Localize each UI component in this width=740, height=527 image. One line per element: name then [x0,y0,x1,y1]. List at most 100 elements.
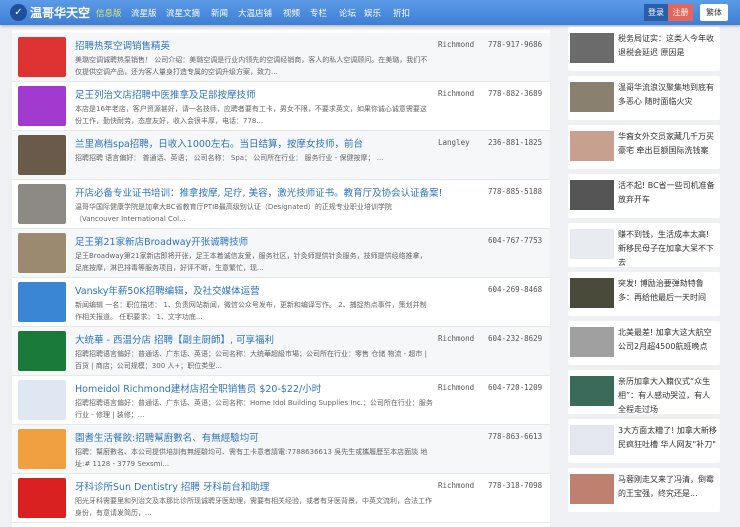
listing-description: 招聘：幫廚數名、本公司提供培訓有無經驗均可、需有工卡意者請電:778863661… [75,448,428,468]
news-item[interactable]: 税务局证实：这类人今年收退税会延迟 原因是 [568,27,720,71]
listing-title[interactable]: Vansky年薪50K招聘编辑，及社交媒体运营 [75,283,260,297]
listing-location: Richmond [438,89,475,98]
news-item[interactable]: 3大方面太糟了! 加拿大新移民疯狂吐槽 华人网友"补刀" [568,419,720,463]
listing-title[interactable]: 牙科诊所Sun Dentistry 招聘 牙科前台和助理 [75,479,269,493]
nav-item[interactable]: 流星版 [131,7,157,19]
news-thumbnail[interactable] [570,33,614,63]
listing-phone: 778-318-7098 [488,481,543,490]
listing-description: 招聘招聘语言偏好：普通话、广东话、英语；公司名称：大统華超級市場；公司所在行业：… [75,350,428,370]
news-title[interactable]: 活不起! BC省一些司机准备放弃开车 [618,179,718,207]
news-item[interactable]: 亲历加拿大入籍仪式“众生相”：有人感动哭泣，有人全程走过场 [568,370,720,414]
news-item[interactable]: 活不起! BC省一些司机准备放弃开车 [568,174,720,218]
listing-phone: 778-917-9686 [488,40,543,49]
listing-thumbnail[interactable] [18,135,66,175]
site-logo[interactable]: ✓ 温哥华天空 [10,4,90,21]
listing-phone: 604-720-1209 [488,383,543,392]
listing-thumbnail[interactable] [18,380,66,420]
listing-phone: 778-882-3689 [488,89,543,98]
listing-phone: 604-269-8468 [488,285,543,294]
listing-thumbnail[interactable] [18,282,66,322]
listing-location: Richmond [438,334,475,343]
logo-text: 温哥华天空 [30,6,91,20]
news-title[interactable]: 亲历加拿大入籍仪式“众生相”：有人感动哭泣，有人全程走过场 [618,375,718,417]
news-title[interactable]: 马蓉刚走又来了冯清，倒霉的王宝强，终究还是... [618,473,718,501]
listing-row[interactable]: Homeidol Richmond建材店招全职销售员 $20-$22/小时 招聘… [12,376,550,425]
listing-location: Richmond [438,481,475,490]
listing-description: 新闻编辑 一名：职位描述： 1、负责网站新闻，微信公众号发布，更新和编译写作。 … [75,301,427,321]
listing-title[interactable]: 足王第21家新店Broadway开张诚聘技师 [75,234,248,248]
news-title[interactable]: 3大方面太糟了! 加拿大新移民疯狂吐槽 华人网友"补刀" [618,424,718,452]
listing-title[interactable]: 招聘热泵空调销售精英 [75,38,170,52]
news-thumbnail[interactable] [570,278,614,308]
news-thumbnail[interactable] [570,376,614,406]
news-thumbnail[interactable] [570,327,614,357]
listing-row[interactable]: 招聘热泵空调销售精英 美璐空调诚聘热泵销售！ 公司介绍：美璐空调是行业内领先的空… [12,33,550,82]
news-title[interactable]: 华裔女外交员家藏几千万买豪宅 牵出巨额国际洗钱案 [618,130,718,158]
listing-thumbnail[interactable] [18,429,66,469]
news-thumbnail[interactable] [570,180,614,210]
listing-thumbnail[interactable] [18,233,66,273]
news-thumbnail[interactable] [570,425,614,455]
listing-row[interactable]: 足王第21家新店Broadway开张诚聘技师 足王Broadway第21家新店即… [12,229,550,278]
register-button[interactable]: 注册 [668,4,693,21]
listing-thumbnail[interactable] [18,86,66,126]
listing-phone: 604-767-7753 [488,236,543,245]
listing-phone: 778-885-5188 [488,187,543,196]
top-navbar: ✓ 温哥华天空 信息版 流星版 流星文摘 新闻 大温店铺 视频 专栏 论坛 娱乐 … [0,0,740,25]
login-button[interactable]: 登录 [644,4,668,21]
listing-phone: 604-232-8629 [488,334,543,343]
news-thumbnail[interactable] [570,131,614,161]
listing-row[interactable]: Vansky年薪50K招聘编辑，及社交媒体运营 新闻编辑 一名：职位描述： 1、… [12,278,550,327]
news-item[interactable]: 突发! 博励治要弹劾特鲁多：再给他最后一天时间 [568,272,720,316]
listing-thumbnail[interactable] [18,184,66,224]
nav-item[interactable]: 大温店铺 [238,7,272,19]
news-thumbnail[interactable] [570,474,614,504]
listing-row[interactable]: 牙科诊所Sun Dentistry 招聘 牙科前台和助理 阳光牙科需要里和列治文… [12,474,550,523]
news-title[interactable]: 税务局证实：这类人今年收退税会延迟 原因是 [618,32,718,60]
nav-item[interactable]: 娱乐 [364,7,381,19]
listing-description: 温哥华国际健康学院是加拿大BC省教育厅PTIB最高级别认证（Designated… [75,203,392,223]
listing-title[interactable]: Homeidol Richmond建材店招全职销售员 $20-$22/小时 [75,381,321,395]
news-title[interactable]: 赚不到钱，生活成本太高! 新移民母子在加拿大呆不下去 [618,228,718,270]
listing-description: 足王Broadway第21家新店即将开张，足王本着诚信友爱，服务社区，针灸师提供… [75,252,427,272]
listing-description: 招聘招聘 语言偏好： 普通话、英语； 公司名称： Spa； 公司所在行业： 服务… [75,154,384,162]
traditional-chinese-button[interactable]: 繁体 [700,4,728,21]
news-item[interactable]: 华裔女外交员家藏几千万买豪宅 牵出巨额国际洗钱案 [568,125,720,169]
listing-phone: 236-881-1825 [488,138,543,147]
nav-item[interactable]: 折扣 [393,7,410,19]
listing-description: 招聘招聘语言偏好：普通话、广东话、英语；公司名称：Home Idol Build… [75,399,433,419]
listing-description: 本店是16年老店，客户资源甚好，请一名技师，应聘者要有工卡，男女不限，不要求英文… [75,105,427,125]
nav-item[interactable]: 专栏 [310,7,327,19]
news-thumbnail[interactable] [570,229,614,259]
news-item[interactable]: 赚不到钱，生活成本太高! 新移民母子在加拿大呆不下去 [568,223,720,267]
nav-item[interactable]: 视频 [283,7,300,19]
listing-title[interactable]: 大统華 - 西温分店 招聘【副主厨師】, 可享福利 [75,332,274,346]
listing-row[interactable]: 園耆生活餐飲:招聘幫廚數名、有無經驗均可 招聘：幫廚數名、本公司提供培訓有無經驗… [12,425,550,474]
listing-row[interactable]: 开店必备专业证书培训：推拿按摩, 足疗, 美容，激光技师证书。教育厅及协会认证备… [12,180,550,229]
listing-row[interactable]: 兰里高档spa招聘，日收入1000左右。当日结算，按摩女技师，前台 招聘招聘 语… [12,131,550,180]
news-item[interactable]: 北美最差! 加拿大这大航空公司2月超4500航班晚点 [568,321,720,365]
listing-title[interactable]: 兰里高档spa招聘，日收入1000左右。当日结算，按摩女技师，前台 [75,136,363,150]
nav-item[interactable]: 新闻 [211,7,228,19]
nav-item[interactable]: 论坛 [339,7,356,19]
news-title[interactable]: 突发! 博励治要弹劾特鲁多：再给他最后一天时间 [618,277,718,305]
news-title[interactable]: 温哥华流浪汉聚集地到底有多恶心 随时面临火灾 [618,81,718,109]
listing-title[interactable]: 开店必备专业证书培训：推拿按摩, 足疗, 美容，激光技师证书。教育厅及协会认证备… [75,185,442,199]
listings-panel: 招聘热泵空调销售精英 美璐空调诚聘热泵销售！ 公司介绍：美璐空调是行业内领先的空… [12,30,550,527]
logo-icon: ✓ [10,4,27,21]
nav-item[interactable]: 信息版 [96,7,122,19]
listing-row[interactable]: 大统華 - 西温分店 招聘【副主厨師】, 可享福利 招聘招聘语言偏好：普通话、广… [12,327,550,376]
news-title[interactable]: 北美最差! 加拿大这大航空公司2月超4500航班晚点 [618,326,718,354]
news-item[interactable]: 马蓉刚走又来了冯清，倒霉的王宝强，终究还是... [568,468,720,512]
listing-location: Richmond [438,40,475,49]
listing-thumbnail[interactable] [18,478,66,518]
listing-title[interactable]: 足王列治文店招聘中医推拿及足部按摩技师 [75,87,256,101]
nav-item[interactable]: 流星文摘 [166,7,200,19]
listing-row[interactable]: 足王列治文店招聘中医推拿及足部按摩技师 本店是16年老店，客户资源甚好，请一名技… [12,82,550,131]
listing-title[interactable]: 園耆生活餐飲:招聘幫廚數名、有無經驗均可 [75,430,259,444]
listing-thumbnail[interactable] [18,331,66,371]
news-thumbnail[interactable] [570,82,614,112]
listing-thumbnail[interactable] [18,37,66,77]
news-item[interactable]: 温哥华流浪汉聚集地到底有多恶心 随时面临火灾 [568,76,720,120]
listing-description: 阳光牙科需要里和列治文及本那比诊所现诚聘牙医助理，需要有相关经验，或者有牙医背景… [75,497,432,517]
